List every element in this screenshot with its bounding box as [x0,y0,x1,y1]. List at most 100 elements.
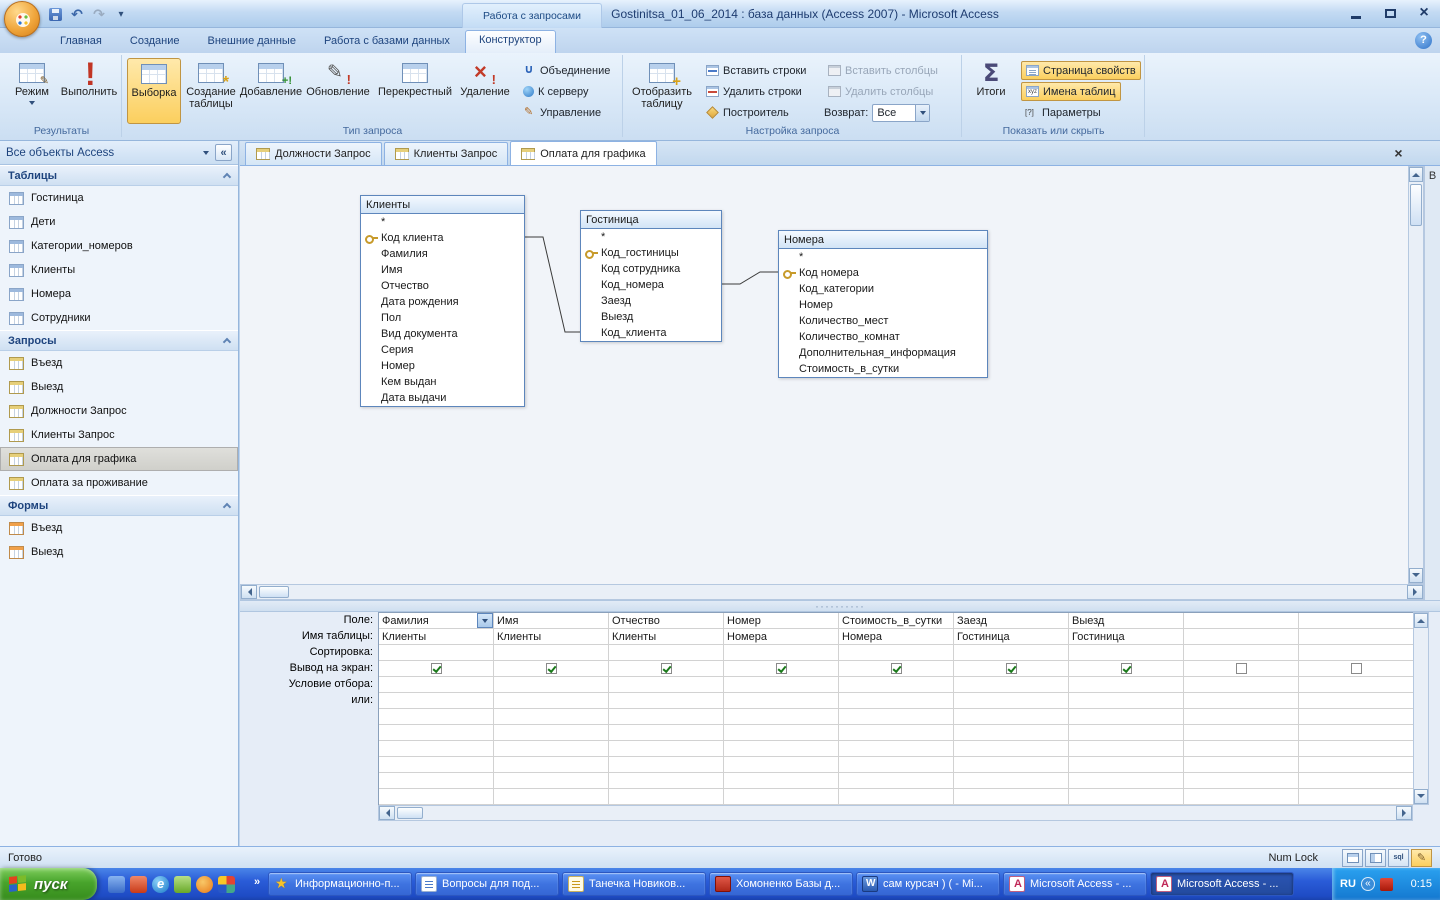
taskbar-button[interactable]: Хомоненко Базы д... [709,872,853,896]
customize-quick-access-button[interactable] [112,5,130,23]
design-table-gostinitsa[interactable]: Гостиница * Код_гостиницы Код сотрудника Ко… [580,210,722,342]
help-button[interactable]: ? [1415,32,1432,49]
insert-rows-button[interactable]: Вставить строки [702,61,810,80]
grid-cell[interactable] [724,757,839,773]
document-tab[interactable]: Должности Запрос [245,142,382,165]
scrollbar-thumb[interactable] [259,586,289,598]
tab-create[interactable]: Создание [117,32,193,53]
scroll-left-button[interactable] [379,806,395,820]
grid-field-cell[interactable] [1184,613,1299,629]
grid-cell[interactable] [609,693,724,709]
grid-cell[interactable] [1299,725,1414,741]
grid-field-cell[interactable] [1299,613,1414,629]
design-field-row[interactable]: Фамилия [361,246,524,262]
maximize-button[interactable] [1380,4,1400,22]
grid-cell[interactable] [1184,677,1299,693]
design-field-row[interactable]: Заезд [581,293,721,309]
grid-table-cell[interactable]: Клиенты [379,629,494,645]
show-checkbox[interactable] [1120,663,1132,674]
quick-launch-icon[interactable] [130,875,147,893]
grid-cell[interactable] [1299,741,1414,757]
grid-table-cell[interactable] [1299,629,1414,645]
design-field-row[interactable]: Серия [361,342,524,358]
taskbar-button[interactable]: Вопросы для под... [415,872,559,896]
tray-app-icon[interactable] [1379,877,1393,891]
design-field-row[interactable]: Имя [361,262,524,278]
sidebar-item[interactable]: Клиенты Запрос [0,423,238,447]
show-checkbox[interactable] [890,663,902,674]
grid-vertical-scrollbar[interactable] [1413,612,1429,805]
delete-columns-button[interactable]: Удалить столбцы [824,82,937,101]
grid-cell[interactable] [609,725,724,741]
scrollbar-track[interactable] [1414,628,1428,789]
grid-show-cell[interactable] [1069,661,1184,677]
grid-cell[interactable] [1184,709,1299,725]
grid-cell[interactable] [839,677,954,693]
grid-cell[interactable] [379,741,494,757]
taskbar-button[interactable]: Информационно-п... [268,872,412,896]
grid-cell[interactable] [379,773,494,789]
grid-field-cell[interactable]: Отчество [609,613,724,629]
grid-show-cell[interactable] [839,661,954,677]
grid-field-cell[interactable]: Заезд [954,613,1069,629]
builder-button[interactable]: Построитель [702,103,793,122]
totals-button[interactable]: Итоги [967,58,1015,124]
scroll-up-button[interactable] [1414,613,1428,628]
design-field-row[interactable]: Дата выдачи [361,390,524,406]
field-dropdown-button[interactable] [477,613,493,628]
grid-field-cell[interactable]: Выезд [1069,613,1184,629]
table-title[interactable]: Гостиница [581,211,721,229]
sidebar-item[interactable]: Оплата для графика [0,447,238,471]
pane-splitter[interactable] [240,600,1440,612]
grid-table-cell[interactable]: Номера [839,629,954,645]
run-button[interactable]: Выполнить [60,58,118,124]
quick-launch-icon[interactable] [152,875,169,893]
grid-show-cell[interactable] [724,661,839,677]
table-title[interactable]: Клиенты [361,196,524,214]
grid-cell[interactable] [839,645,954,661]
table-names-button[interactable]: Имена таблиц [1021,82,1121,101]
close-button[interactable] [1414,4,1434,22]
dropdown-arrow-icon[interactable] [203,150,209,155]
quick-launch-icon[interactable] [174,875,191,893]
collapsed-side-strip[interactable]: В [1424,166,1440,600]
grid-cell[interactable] [379,789,494,805]
grid-table-cell[interactable]: Клиенты [609,629,724,645]
grid-cell[interactable] [1069,677,1184,693]
delete-query-button[interactable]: Удаление [457,58,513,124]
grid-show-cell[interactable] [609,661,724,677]
document-tab-active[interactable]: Оплата для графика [510,141,657,165]
grid-cell[interactable] [1184,773,1299,789]
data-definition-button[interactable]: Управление [519,103,605,122]
grid-cell[interactable] [724,709,839,725]
design-field-row[interactable]: Код клиента [361,230,524,246]
sidebar-item[interactable]: Оплата за проживание [0,471,238,495]
sidebar-item[interactable]: Сотрудники [0,306,238,330]
show-table-button[interactable]: Отобразить таблицу [628,58,696,124]
grid-cell[interactable] [724,693,839,709]
grid-cell[interactable] [379,709,494,725]
delete-rows-button[interactable]: Удалить строки [702,82,806,101]
grid-show-cell[interactable] [954,661,1069,677]
grid-cell[interactable] [1184,693,1299,709]
scroll-up-button[interactable] [1409,167,1423,182]
grid-cell[interactable] [1299,789,1414,805]
quick-launch-icon[interactable] [218,875,235,893]
design-field-row[interactable]: Код_гостиницы [581,245,721,261]
grid-cell[interactable] [724,789,839,805]
grid-cell[interactable] [724,773,839,789]
redo-button[interactable] [90,5,108,23]
sidebar-item[interactable]: Въезд [0,351,238,375]
grid-cell[interactable] [839,789,954,805]
design-field-row[interactable]: Выезд [581,309,721,325]
grid-cell[interactable] [1299,677,1414,693]
combo-dropdown-button[interactable] [915,104,930,121]
grid-cell[interactable] [1184,757,1299,773]
grid-cell[interactable] [1184,725,1299,741]
grid-cell[interactable] [1184,645,1299,661]
show-checkbox[interactable] [775,663,787,674]
property-sheet-button[interactable]: Страница свойств [1021,61,1141,80]
show-checkbox[interactable] [660,663,672,674]
crosstab-button[interactable]: Перекрестный [375,58,455,124]
grid-cell[interactable] [609,773,724,789]
